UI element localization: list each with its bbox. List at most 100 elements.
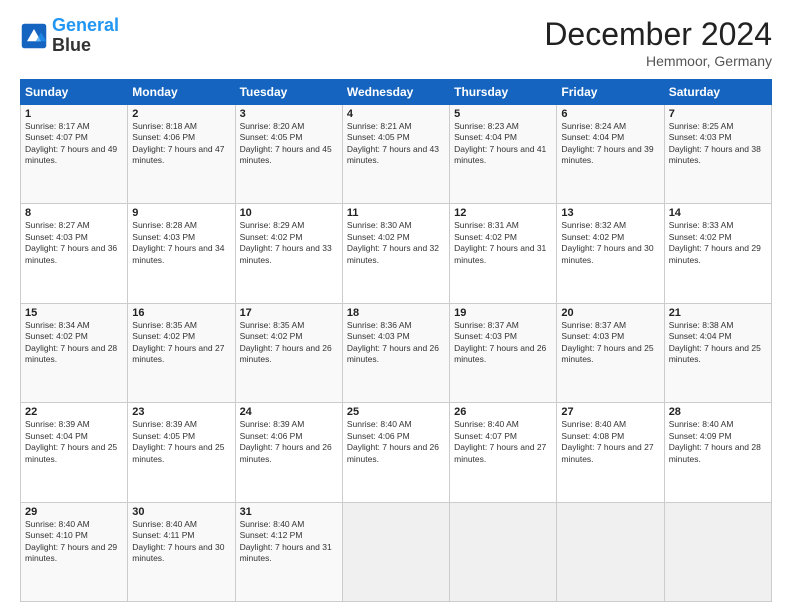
calendar-cell: 1 Sunrise: 8:17 AM Sunset: 4:07 PM Dayli… [21, 105, 128, 204]
day-number: 15 [25, 307, 123, 319]
day-number: 1 [25, 108, 123, 120]
day-number: 6 [561, 108, 659, 120]
title-area: December 2024 Hemmoor, Germany [544, 16, 772, 69]
calendar-cell: 31 Sunrise: 8:40 AM Sunset: 4:12 PM Dayl… [235, 502, 342, 601]
day-number: 22 [25, 406, 123, 418]
calendar-cell [557, 502, 664, 601]
day-number: 30 [132, 506, 230, 518]
day-info: Sunrise: 8:33 AM Sunset: 4:02 PM Dayligh… [669, 220, 767, 266]
calendar-cell: 14 Sunrise: 8:33 AM Sunset: 4:02 PM Dayl… [664, 204, 771, 303]
calendar-cell: 8 Sunrise: 8:27 AM Sunset: 4:03 PM Dayli… [21, 204, 128, 303]
day-info: Sunrise: 8:25 AM Sunset: 4:03 PM Dayligh… [669, 121, 767, 167]
day-number: 7 [669, 108, 767, 120]
day-info: Sunrise: 8:40 AM Sunset: 4:08 PM Dayligh… [561, 419, 659, 465]
day-info: Sunrise: 8:39 AM Sunset: 4:04 PM Dayligh… [25, 419, 123, 465]
location: Hemmoor, Germany [544, 53, 772, 69]
calendar-cell: 26 Sunrise: 8:40 AM Sunset: 4:07 PM Dayl… [450, 403, 557, 502]
day-info: Sunrise: 8:40 AM Sunset: 4:10 PM Dayligh… [25, 519, 123, 565]
day-number: 17 [240, 307, 338, 319]
calendar-cell: 11 Sunrise: 8:30 AM Sunset: 4:02 PM Dayl… [342, 204, 449, 303]
day-number: 8 [25, 207, 123, 219]
calendar-cell: 13 Sunrise: 8:32 AM Sunset: 4:02 PM Dayl… [557, 204, 664, 303]
day-number: 19 [454, 307, 552, 319]
calendar-cell: 25 Sunrise: 8:40 AM Sunset: 4:06 PM Dayl… [342, 403, 449, 502]
month-title: December 2024 [544, 16, 772, 53]
day-info: Sunrise: 8:20 AM Sunset: 4:05 PM Dayligh… [240, 121, 338, 167]
day-number: 12 [454, 207, 552, 219]
day-number: 26 [454, 406, 552, 418]
day-number: 21 [669, 307, 767, 319]
calendar-cell: 30 Sunrise: 8:40 AM Sunset: 4:11 PM Dayl… [128, 502, 235, 601]
day-number: 16 [132, 307, 230, 319]
day-number: 29 [25, 506, 123, 518]
calendar-cell: 19 Sunrise: 8:37 AM Sunset: 4:03 PM Dayl… [450, 303, 557, 402]
day-number: 5 [454, 108, 552, 120]
header: General Blue December 2024 Hemmoor, Germ… [20, 16, 772, 69]
day-number: 27 [561, 406, 659, 418]
calendar-cell: 24 Sunrise: 8:39 AM Sunset: 4:06 PM Dayl… [235, 403, 342, 502]
day-info: Sunrise: 8:40 AM Sunset: 4:07 PM Dayligh… [454, 419, 552, 465]
calendar-cell: 17 Sunrise: 8:35 AM Sunset: 4:02 PM Dayl… [235, 303, 342, 402]
day-number: 13 [561, 207, 659, 219]
calendar-cell: 5 Sunrise: 8:23 AM Sunset: 4:04 PM Dayli… [450, 105, 557, 204]
calendar-cell: 9 Sunrise: 8:28 AM Sunset: 4:03 PM Dayli… [128, 204, 235, 303]
day-info: Sunrise: 8:40 AM Sunset: 4:06 PM Dayligh… [347, 419, 445, 465]
logo: General Blue [20, 16, 119, 56]
day-info: Sunrise: 8:31 AM Sunset: 4:02 PM Dayligh… [454, 220, 552, 266]
day-info: Sunrise: 8:21 AM Sunset: 4:05 PM Dayligh… [347, 121, 445, 167]
day-number: 14 [669, 207, 767, 219]
calendar-cell: 4 Sunrise: 8:21 AM Sunset: 4:05 PM Dayli… [342, 105, 449, 204]
day-info: Sunrise: 8:39 AM Sunset: 4:05 PM Dayligh… [132, 419, 230, 465]
col-sunday: Sunday [21, 80, 128, 105]
calendar-cell: 22 Sunrise: 8:39 AM Sunset: 4:04 PM Dayl… [21, 403, 128, 502]
calendar-cell: 2 Sunrise: 8:18 AM Sunset: 4:06 PM Dayli… [128, 105, 235, 204]
day-number: 18 [347, 307, 445, 319]
day-number: 31 [240, 506, 338, 518]
calendar-cell: 3 Sunrise: 8:20 AM Sunset: 4:05 PM Dayli… [235, 105, 342, 204]
col-wednesday: Wednesday [342, 80, 449, 105]
calendar-cell [450, 502, 557, 601]
day-info: Sunrise: 8:40 AM Sunset: 4:11 PM Dayligh… [132, 519, 230, 565]
logo-icon [20, 22, 48, 50]
day-number: 28 [669, 406, 767, 418]
calendar-cell: 7 Sunrise: 8:25 AM Sunset: 4:03 PM Dayli… [664, 105, 771, 204]
logo-text: General Blue [52, 16, 119, 56]
calendar-cell: 15 Sunrise: 8:34 AM Sunset: 4:02 PM Dayl… [21, 303, 128, 402]
day-info: Sunrise: 8:35 AM Sunset: 4:02 PM Dayligh… [132, 320, 230, 366]
day-info: Sunrise: 8:17 AM Sunset: 4:07 PM Dayligh… [25, 121, 123, 167]
day-number: 4 [347, 108, 445, 120]
calendar-cell: 28 Sunrise: 8:40 AM Sunset: 4:09 PM Dayl… [664, 403, 771, 502]
day-info: Sunrise: 8:34 AM Sunset: 4:02 PM Dayligh… [25, 320, 123, 366]
day-info: Sunrise: 8:18 AM Sunset: 4:06 PM Dayligh… [132, 121, 230, 167]
day-info: Sunrise: 8:30 AM Sunset: 4:02 PM Dayligh… [347, 220, 445, 266]
day-info: Sunrise: 8:23 AM Sunset: 4:04 PM Dayligh… [454, 121, 552, 167]
day-number: 23 [132, 406, 230, 418]
calendar-cell: 23 Sunrise: 8:39 AM Sunset: 4:05 PM Dayl… [128, 403, 235, 502]
day-info: Sunrise: 8:40 AM Sunset: 4:12 PM Dayligh… [240, 519, 338, 565]
day-number: 3 [240, 108, 338, 120]
calendar-cell: 16 Sunrise: 8:35 AM Sunset: 4:02 PM Dayl… [128, 303, 235, 402]
day-number: 20 [561, 307, 659, 319]
day-info: Sunrise: 8:28 AM Sunset: 4:03 PM Dayligh… [132, 220, 230, 266]
col-monday: Monday [128, 80, 235, 105]
calendar-row: 8 Sunrise: 8:27 AM Sunset: 4:03 PM Dayli… [21, 204, 772, 303]
col-tuesday: Tuesday [235, 80, 342, 105]
day-info: Sunrise: 8:39 AM Sunset: 4:06 PM Dayligh… [240, 419, 338, 465]
day-info: Sunrise: 8:38 AM Sunset: 4:04 PM Dayligh… [669, 320, 767, 366]
day-number: 10 [240, 207, 338, 219]
day-number: 24 [240, 406, 338, 418]
day-info: Sunrise: 8:32 AM Sunset: 4:02 PM Dayligh… [561, 220, 659, 266]
calendar-cell: 29 Sunrise: 8:40 AM Sunset: 4:10 PM Dayl… [21, 502, 128, 601]
calendar-cell: 21 Sunrise: 8:38 AM Sunset: 4:04 PM Dayl… [664, 303, 771, 402]
day-info: Sunrise: 8:36 AM Sunset: 4:03 PM Dayligh… [347, 320, 445, 366]
calendar-cell: 6 Sunrise: 8:24 AM Sunset: 4:04 PM Dayli… [557, 105, 664, 204]
calendar-cell: 20 Sunrise: 8:37 AM Sunset: 4:03 PM Dayl… [557, 303, 664, 402]
day-number: 11 [347, 207, 445, 219]
col-thursday: Thursday [450, 80, 557, 105]
calendar-cell [342, 502, 449, 601]
calendar-cell: 18 Sunrise: 8:36 AM Sunset: 4:03 PM Dayl… [342, 303, 449, 402]
calendar-row: 29 Sunrise: 8:40 AM Sunset: 4:10 PM Dayl… [21, 502, 772, 601]
page: General Blue December 2024 Hemmoor, Germ… [0, 0, 792, 612]
col-saturday: Saturday [664, 80, 771, 105]
calendar-cell: 27 Sunrise: 8:40 AM Sunset: 4:08 PM Dayl… [557, 403, 664, 502]
